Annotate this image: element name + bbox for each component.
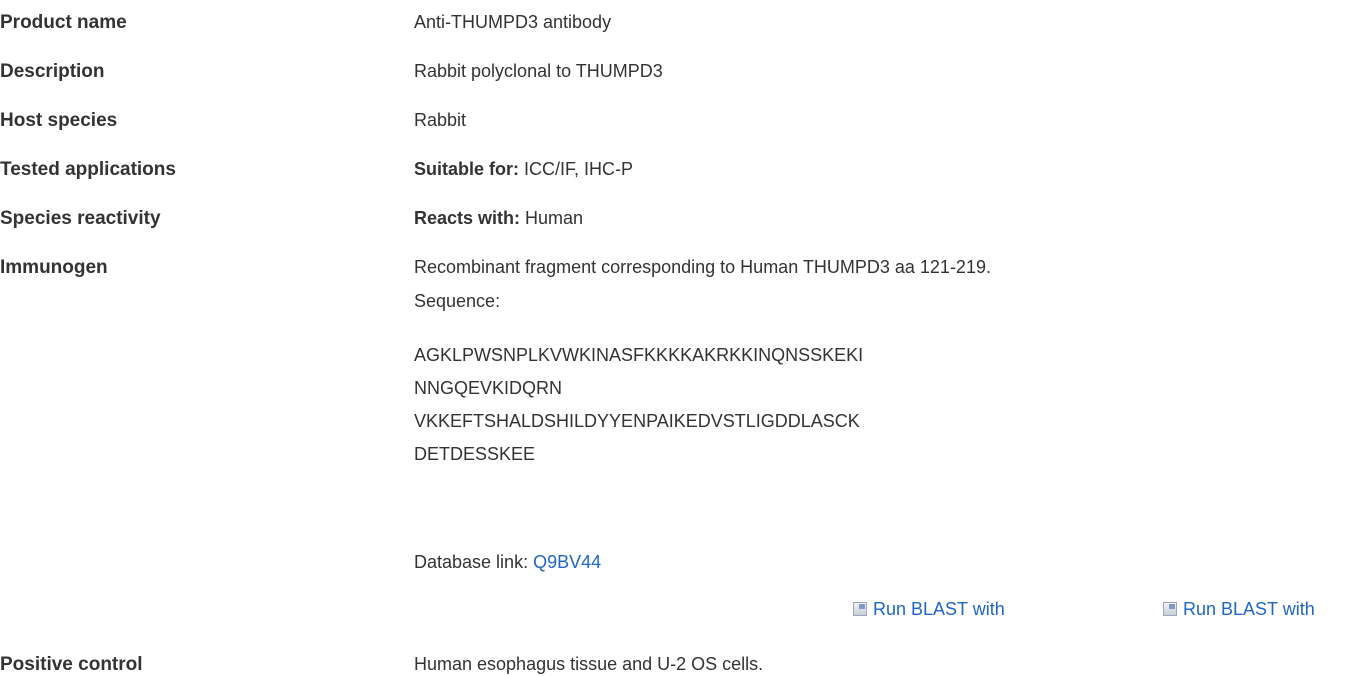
sequence-line: NNGQEVKIDQRN [414,378,563,398]
sequence-line: VKKEFTSHALDSHILDYYENPAIKEDVSTLIGDDLASCK [414,411,860,431]
immunogen-description: Recombinant fragment corresponding to Hu… [414,257,991,277]
tested-applications-text: ICC/IF, IHC-P [519,159,634,179]
positive-control-value: Human esophagus tissue and U-2 OS cells. [414,654,764,674]
sequence-line: DETDESSKEE [414,444,536,464]
species-reactivity-value: Reacts with: Human [414,208,583,229]
reacts-with-prefix: Reacts with: [414,208,521,228]
positive-control-label: Positive control [0,654,143,675]
host-species-value: Rabbit [414,110,467,130]
tested-applications-value: Suitable for: ICC/IF, IHC-P [414,159,633,180]
run-blast-label: Run BLAST with [873,599,1005,619]
tested-applications-label: Tested applications [0,159,176,180]
suitable-for-prefix: Suitable for: [414,159,520,179]
immunogen-value: Recombinant fragment corresponding to Hu… [414,257,991,471]
product-name-value: Anti-THUMPD3 antibody [414,12,612,32]
host-species-label: Host species [0,110,118,131]
species-reactivity-text: Human [520,208,584,228]
description-label: Description [0,61,105,82]
run-blast-link-2[interactable]: Run BLAST with [1163,599,1315,620]
external-window-icon [1163,602,1177,616]
external-window-icon [853,602,867,616]
run-blast-link-1[interactable]: Run BLAST with [853,599,1005,620]
database-link-label: Database link: [414,552,534,572]
database-link-q9bv44[interactable]: Q9BV44 [533,552,601,572]
database-link-container: Database link: Q9BV44 [414,552,601,573]
description-value: Rabbit polyclonal to THUMPD3 [414,61,663,81]
immunogen-label: Immunogen [0,257,108,278]
sequence-label: Sequence: [414,291,501,311]
species-reactivity-label: Species reactivity [0,208,161,229]
product-name-label: Product name [0,12,127,33]
run-blast-label: Run BLAST with [1183,599,1315,619]
sequence-line: AGKLPWSNPLKVWKINASFKKKKAKRKKINQNSSKEKI [414,345,864,365]
